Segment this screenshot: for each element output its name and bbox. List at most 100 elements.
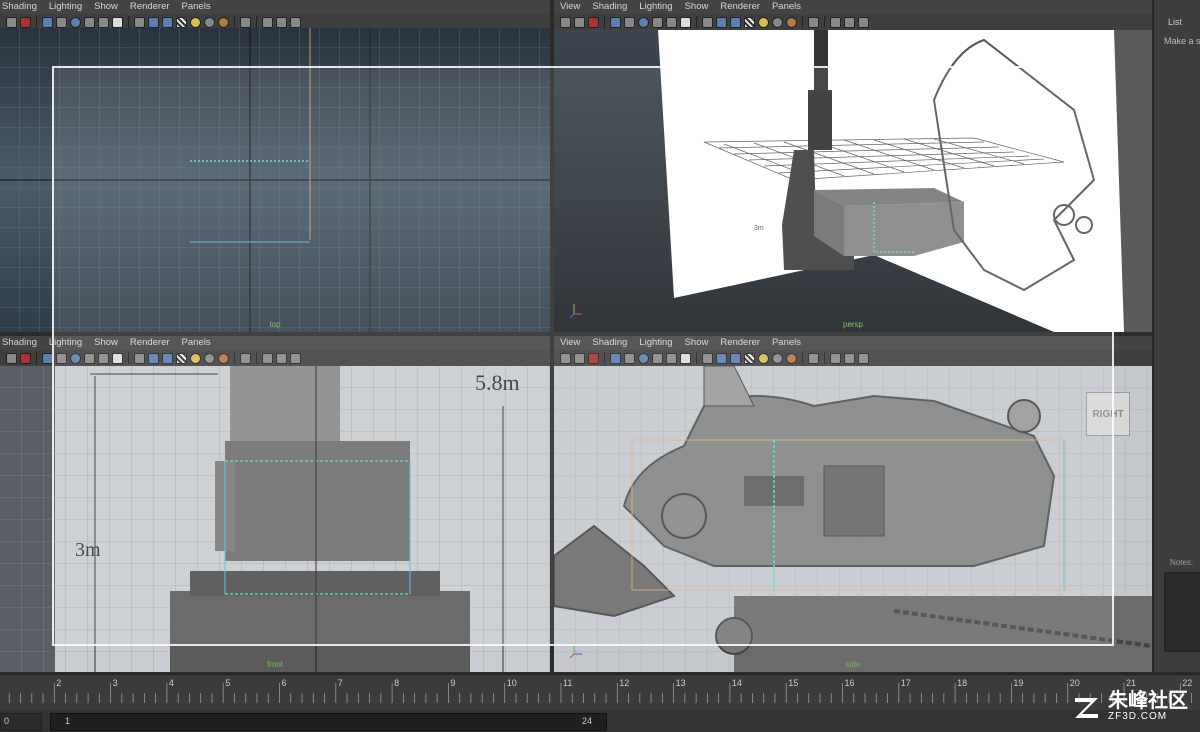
checker-icon[interactable] — [744, 352, 755, 364]
copy-icon[interactable] — [844, 352, 855, 364]
flat-shade-icon[interactable] — [652, 352, 663, 364]
shaded-cube-icon[interactable] — [162, 16, 173, 28]
isolate-icon[interactable] — [134, 16, 145, 28]
isolate-icon[interactable] — [702, 16, 713, 28]
bounding-box-icon[interactable] — [98, 16, 109, 28]
menu-lighting[interactable]: Lighting — [639, 0, 672, 14]
bounding-box-icon[interactable] — [666, 352, 677, 364]
material-icon[interactable] — [218, 16, 229, 28]
select-cursor-icon[interactable] — [808, 352, 819, 364]
camera-icon[interactable] — [560, 16, 571, 28]
smooth-shade-icon[interactable] — [70, 352, 81, 364]
bookmark-icon[interactable] — [588, 352, 599, 364]
wireframe-icon[interactable] — [42, 352, 53, 364]
range-bar[interactable]: 1 24 — [50, 713, 607, 731]
viewport-persp[interactable]: View Shading Lighting Show Renderer Pane… — [554, 0, 1152, 332]
menu-panels[interactable]: Panels — [772, 336, 801, 350]
menu-renderer[interactable]: Renderer — [130, 336, 170, 350]
shaded-cube-icon[interactable] — [730, 352, 741, 364]
grid-icon[interactable] — [56, 352, 67, 364]
range-start-field[interactable]: 0 — [0, 713, 42, 731]
texture-icon[interactable] — [680, 352, 691, 364]
menu-show[interactable]: Show — [685, 0, 709, 14]
viewport-top-canvas[interactable]: top — [0, 28, 550, 332]
menu-shading[interactable]: Shading — [592, 0, 627, 14]
menu-renderer[interactable]: Renderer — [720, 336, 760, 350]
camera-attributes-icon[interactable] — [574, 16, 585, 28]
menu-panels[interactable]: Panels — [772, 0, 801, 14]
menu-renderer[interactable]: Renderer — [720, 0, 760, 14]
viewcube-right-button[interactable]: RIGHT — [1086, 392, 1130, 436]
menu-shading[interactable]: Shading — [2, 336, 37, 350]
smooth-shade-icon[interactable] — [638, 16, 649, 28]
viewport-front[interactable]: Shading Lighting Show Renderer Panels 5.… — [0, 336, 550, 672]
material-icon[interactable] — [786, 16, 797, 28]
select-cursor-icon[interactable] — [808, 16, 819, 28]
cube-icon[interactable] — [716, 352, 727, 364]
menu-panels[interactable]: Panels — [182, 0, 211, 14]
share-icon[interactable] — [290, 352, 301, 364]
menu-lighting[interactable]: Lighting — [49, 0, 82, 14]
flat-shade-icon[interactable] — [84, 16, 95, 28]
menu-shading[interactable]: Shading — [592, 336, 627, 350]
menu-show[interactable]: Show — [94, 336, 118, 350]
smooth-shade-icon[interactable] — [638, 352, 649, 364]
wireframe-icon[interactable] — [610, 352, 621, 364]
cube-icon[interactable] — [148, 16, 159, 28]
cube-icon[interactable] — [148, 352, 159, 364]
wireframe-icon[interactable] — [42, 16, 53, 28]
light-icon[interactable] — [758, 16, 769, 28]
menu-shading[interactable]: Shading — [2, 0, 37, 14]
menu-view[interactable]: View — [560, 336, 580, 350]
grid-icon[interactable] — [624, 16, 635, 28]
share-icon[interactable] — [858, 16, 869, 28]
viewport-top[interactable]: Shading Lighting Show Renderer Panels to… — [0, 0, 550, 332]
view-cube-icon[interactable] — [262, 16, 273, 28]
viewport-front-canvas[interactable]: 5.8m 3m front — [0, 366, 550, 672]
grid-icon[interactable] — [624, 352, 635, 364]
view-cube-icon[interactable] — [262, 352, 273, 364]
wireframe-icon[interactable] — [610, 16, 621, 28]
material-icon[interactable] — [786, 352, 797, 364]
bounding-box-icon[interactable] — [98, 352, 109, 364]
texture-icon[interactable] — [112, 352, 123, 364]
menu-renderer[interactable]: Renderer — [130, 0, 170, 14]
isolate-icon[interactable] — [702, 352, 713, 364]
menu-show[interactable]: Show — [94, 0, 118, 14]
bookmark-icon[interactable] — [588, 16, 599, 28]
copy-icon[interactable] — [844, 16, 855, 28]
copy-icon[interactable] — [276, 16, 287, 28]
menu-show[interactable]: Show — [685, 336, 709, 350]
checker-icon[interactable] — [176, 16, 187, 28]
viewport-persp-canvas[interactable]: 3m persp — [554, 30, 1152, 332]
texture-icon[interactable] — [112, 16, 123, 28]
menu-view[interactable]: View — [560, 0, 580, 14]
share-icon[interactable] — [858, 352, 869, 364]
share-icon[interactable] — [290, 16, 301, 28]
isolate-icon[interactable] — [134, 352, 145, 364]
cube-icon[interactable] — [716, 16, 727, 28]
notes-field[interactable] — [1164, 572, 1200, 652]
bookmark-icon[interactable] — [20, 16, 31, 28]
viewport-side-canvas[interactable]: RIGHT side — [554, 365, 1152, 672]
texture-icon[interactable] — [680, 16, 691, 28]
material-icon[interactable] — [218, 352, 229, 364]
menu-lighting[interactable]: Lighting — [49, 336, 82, 350]
smooth-shade-icon[interactable] — [70, 16, 81, 28]
grid-icon[interactable] — [56, 16, 67, 28]
copy-icon[interactable] — [276, 352, 287, 364]
camera-icon[interactable] — [6, 352, 17, 364]
shadow-icon[interactable] — [772, 352, 783, 364]
range-slider[interactable]: 0 1 24 — [0, 710, 1200, 732]
camera-icon[interactable] — [6, 16, 17, 28]
time-slider[interactable]: 234567891011121314151617181920212223 — [0, 674, 1200, 711]
shadow-icon[interactable] — [204, 16, 215, 28]
flat-shade-icon[interactable] — [84, 352, 95, 364]
light-icon[interactable] — [190, 352, 201, 364]
view-cube-icon[interactable] — [830, 352, 841, 364]
select-cursor-icon[interactable] — [240, 16, 251, 28]
viewport-side[interactable]: View Shading Lighting Show Renderer Pane… — [554, 336, 1152, 672]
light-icon[interactable] — [758, 352, 769, 364]
camera-attributes-icon[interactable] — [574, 352, 585, 364]
shadow-icon[interactable] — [772, 16, 783, 28]
